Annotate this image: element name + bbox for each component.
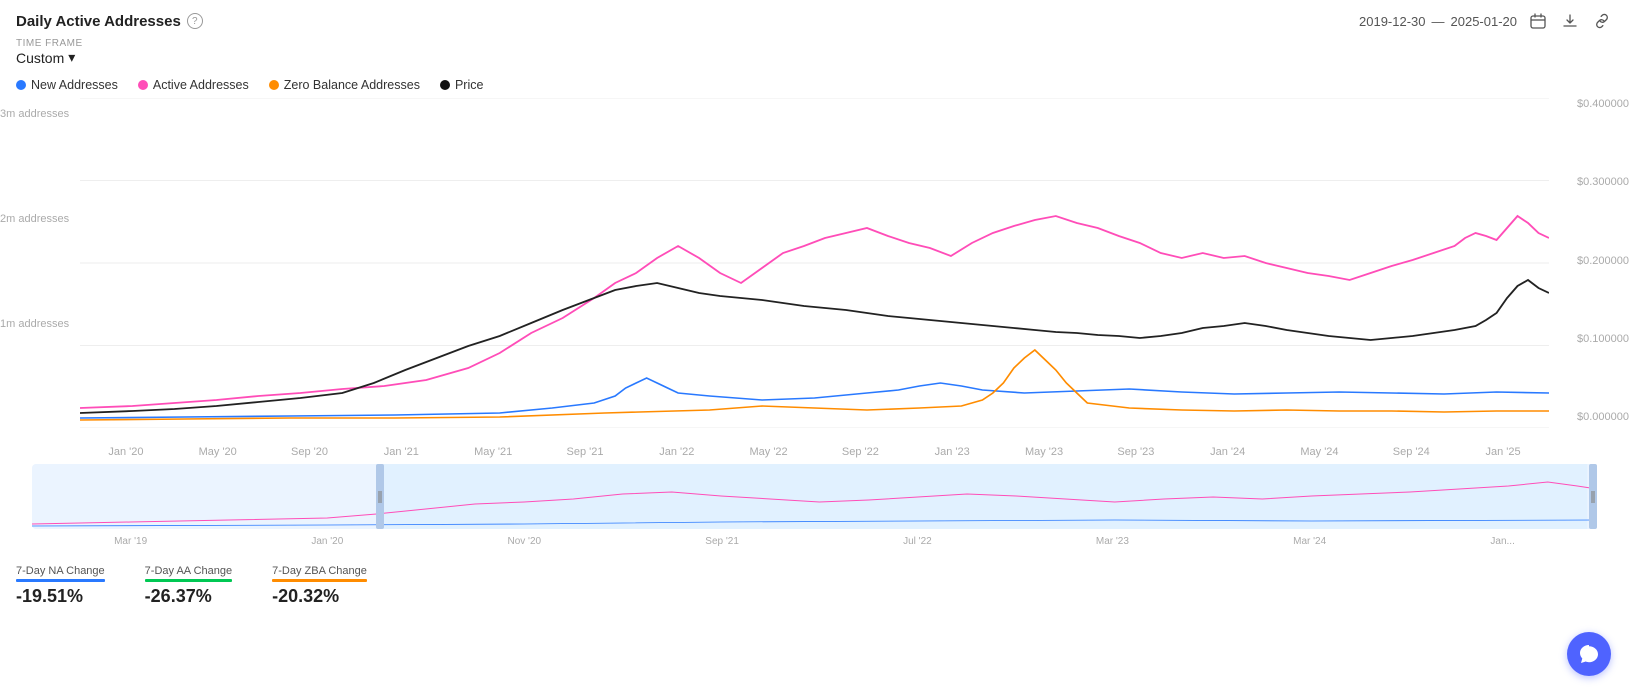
page-title: Daily Active Addresses (16, 13, 181, 30)
x-label-jan23: Jan '23 (906, 446, 998, 458)
x-label-may23: May '23 (998, 446, 1090, 458)
stat-na-label: 7-Day NA Change (16, 565, 105, 577)
range-handle-right[interactable] (1589, 464, 1597, 529)
legend-new-addresses[interactable]: New Addresses (16, 78, 118, 92)
legend-label-new: New Addresses (31, 78, 118, 92)
stat-zba-value: -20.32% (272, 586, 367, 607)
y-axis-right: $0.400000 $0.300000 $0.200000 $0.100000 … (1549, 98, 1629, 428)
mini-label-sep21: Sep '21 (705, 536, 739, 547)
legend-label-active: Active Addresses (153, 78, 249, 92)
legend-price[interactable]: Price (440, 78, 483, 92)
x-label-sep20: Sep '20 (264, 446, 356, 458)
stat-na-underline (16, 579, 105, 582)
x-label-may20: May '20 (172, 446, 264, 458)
stat-zba-underline (272, 579, 367, 582)
mini-label-nov20: Nov '20 (507, 536, 541, 547)
mini-label-jul22: Jul '22 (903, 536, 932, 547)
mini-label-mar24: Mar '24 (1293, 536, 1326, 547)
y-label-1m: 1m addresses (0, 318, 69, 330)
legend-label-price: Price (455, 78, 483, 92)
header: Daily Active Addresses ? 2019-12-30 — 20… (0, 0, 1629, 36)
timeframe-label: TIME FRAME (16, 38, 1613, 49)
mini-x-labels: Mar '19 Jan '20 Nov '20 Sep '21 Jul '22 … (32, 536, 1597, 547)
legend-active-addresses[interactable]: Active Addresses (138, 78, 249, 92)
mini-label-jan20: Jan '20 (311, 536, 343, 547)
timeframe-area: TIME FRAME Custom ▾ (0, 36, 1629, 72)
timeframe-dropdown[interactable]: Custom ▾ (16, 49, 1613, 66)
timeframe-value: Custom (16, 50, 64, 66)
legend-dot-zero (269, 80, 279, 90)
chat-button[interactable] (1567, 632, 1611, 676)
chart-svg-area (80, 98, 1549, 428)
mini-label-mar23: Mar '23 (1096, 536, 1129, 547)
y-label-3m: 3m addresses (0, 108, 69, 120)
stat-aa: 7-Day AA Change -26.37% (145, 565, 232, 607)
x-label-jan22: Jan '22 (631, 446, 723, 458)
mini-chart[interactable]: Mar '19 Jan '20 Nov '20 Sep '21 Jul '22 … (32, 464, 1597, 529)
link-icon[interactable] (1591, 10, 1613, 32)
mini-chart-section: Mar '19 Jan '20 Nov '20 Sep '21 Jul '22 … (0, 458, 1629, 553)
mini-label-mar19: Mar '19 (114, 536, 147, 547)
y-right-300: $0.300000 (1577, 176, 1629, 188)
stat-aa-value: -26.37% (145, 586, 232, 607)
title-area: Daily Active Addresses ? (16, 13, 203, 30)
header-right: 2019-12-30 — 2025-01-20 (1359, 10, 1613, 32)
stat-na: 7-Day NA Change -19.51% (16, 565, 105, 607)
chevron-down-icon: ▾ (68, 49, 75, 66)
y-right-100: $0.100000 (1577, 333, 1629, 345)
stat-zba: 7-Day ZBA Change -20.32% (272, 565, 367, 607)
main-chart-container: 3m addresses 2m addresses 1m addresses $… (0, 98, 1629, 458)
x-label-sep21: Sep '21 (539, 446, 631, 458)
date-separator: — (1432, 14, 1445, 29)
y-right-200: $0.200000 (1577, 255, 1629, 267)
x-label-jan25: Jan '25 (1457, 446, 1549, 458)
y-label-2m: 2m addresses (0, 213, 69, 225)
stat-na-value: -19.51% (16, 586, 105, 607)
legend-dot-price (440, 80, 450, 90)
calendar-icon[interactable] (1527, 10, 1549, 32)
y-right-400: $0.400000 (1577, 98, 1629, 110)
legend-label-zero: Zero Balance Addresses (284, 78, 420, 92)
stat-aa-underline (145, 579, 232, 582)
download-icon[interactable] (1559, 10, 1581, 32)
mini-label-jan-end: Jan... (1490, 536, 1514, 547)
y-right-0: $0.000000 (1577, 411, 1629, 423)
date-range: 2019-12-30 — 2025-01-20 (1359, 14, 1517, 29)
x-label-may21: May '21 (447, 446, 539, 458)
x-label-jan20: Jan '20 (80, 446, 172, 458)
x-label-sep24: Sep '24 (1365, 446, 1457, 458)
x-axis: Jan '20 May '20 Sep '20 Jan '21 May '21 … (80, 430, 1549, 458)
x-label-may22: May '22 (723, 446, 815, 458)
range-handle-left[interactable] (376, 464, 384, 529)
x-label-jan21: Jan '21 (355, 446, 447, 458)
x-label-may24: May '24 (1274, 446, 1366, 458)
legend-dot-active (138, 80, 148, 90)
legend: New Addresses Active Addresses Zero Bala… (0, 72, 1629, 98)
stats-area: 7-Day NA Change -19.51% 7-Day AA Change … (0, 553, 1629, 615)
date-start: 2019-12-30 (1359, 14, 1426, 29)
x-label-sep22: Sep '22 (815, 446, 907, 458)
info-icon[interactable]: ? (187, 13, 203, 29)
stat-aa-label: 7-Day AA Change (145, 565, 232, 577)
date-end: 2025-01-20 (1451, 14, 1518, 29)
legend-dot-new (16, 80, 26, 90)
x-label-jan24: Jan '24 (1182, 446, 1274, 458)
stat-zba-label: 7-Day ZBA Change (272, 565, 367, 577)
legend-zero-balance[interactable]: Zero Balance Addresses (269, 78, 420, 92)
y-axis-left: 3m addresses 2m addresses 1m addresses (0, 98, 80, 428)
x-label-sep23: Sep '23 (1090, 446, 1182, 458)
